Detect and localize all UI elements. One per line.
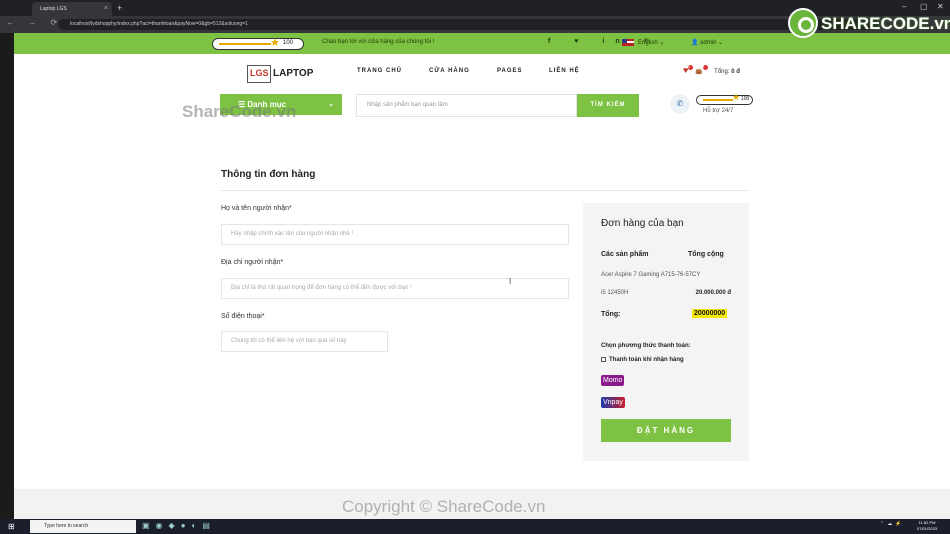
col-product: Các sản phẩm bbox=[601, 251, 649, 258]
cart-icon[interactable]: 👜 bbox=[695, 69, 702, 75]
support-coin-widget: ★ 100 bbox=[696, 92, 753, 105]
cod-option[interactable]: Thanh toán khi nhận hàng bbox=[601, 357, 684, 363]
vnpay-button[interactable]: Vnpay bbox=[601, 397, 625, 408]
address-input[interactable]: Địa chỉ là thứ rất quan trọng để đơn hàn… bbox=[221, 278, 569, 299]
url-field[interactable]: localhost/lydshopphy/index.php?act=thanh… bbox=[58, 19, 878, 30]
phone-icon[interactable]: ✆ bbox=[670, 94, 690, 114]
name-input[interactable]: Hãy nhập chính xác tên của người nhận nh… bbox=[221, 224, 569, 245]
user-menu[interactable]: 👤 admin ⌄ bbox=[691, 39, 723, 46]
search-input[interactable]: Nhập sản phẩm bạn quan tâm bbox=[356, 94, 577, 117]
search-button[interactable]: TÌM KIẾM bbox=[577, 94, 639, 117]
product-variant: i5 12450H bbox=[601, 290, 629, 296]
place-order-button[interactable]: ĐẶT HÀNG bbox=[601, 419, 731, 442]
wishlist-badge: 0 bbox=[688, 65, 694, 70]
clock-date: 07/01/2023 bbox=[917, 526, 938, 531]
product-price: 20.000.000 đ bbox=[695, 290, 731, 296]
taskbar-search-input[interactable]: Type here to search bbox=[30, 520, 136, 533]
nav-home[interactable]: TRANG CHỦ bbox=[357, 68, 402, 74]
user-icon: 👤 bbox=[691, 40, 701, 46]
support-label: Hỗ trợ 24/7 bbox=[703, 108, 734, 114]
product-name: Acer Aspire 7 Gaming A715-76-57CY bbox=[601, 272, 701, 278]
nav-buttons[interactable]: ← → ⟳ bbox=[6, 18, 63, 27]
logo-mark: LGS bbox=[247, 65, 271, 83]
sharecode-logo: SHARECODE.vn bbox=[788, 8, 950, 40]
chevron-down-icon: ⌄ bbox=[716, 40, 724, 46]
site-header: LGS LAPTOP TRANG CHỦ CỬA HÀNG PAGES LIÊN… bbox=[14, 54, 950, 94]
tab-title: Laptop LGS bbox=[40, 6, 67, 12]
new-tab-button[interactable]: + bbox=[117, 2, 122, 14]
taskbar-clock[interactable]: 11:52 PM 07/01/2023 bbox=[917, 520, 937, 532]
taskbar-app-icons[interactable]: ▣◉◆●◐▤ bbox=[142, 521, 216, 530]
order-info-title: Thông tin đơn hàng bbox=[221, 169, 316, 180]
watermark-text: ShareCode.vn bbox=[182, 102, 297, 121]
user-name: admin bbox=[700, 40, 717, 46]
col-total: Tổng cộng bbox=[688, 251, 724, 258]
welcome-message: Chào bạn tới với cửa hàng của chúng tôi … bbox=[322, 39, 435, 45]
total-value: 0 đ bbox=[731, 69, 740, 75]
coin-bar bbox=[219, 43, 271, 45]
windows-start-icon[interactable]: ⊞ bbox=[8, 522, 17, 531]
coin-count: 100 bbox=[741, 96, 750, 102]
nav-store[interactable]: CỬA HÀNG bbox=[429, 68, 470, 74]
payment-method-label: Chọn phương thức thanh toán: bbox=[601, 343, 691, 349]
web-page: ★ 100 Chào bạn tới với cửa hàng của chún… bbox=[14, 33, 950, 519]
coin-count: 100 bbox=[283, 40, 294, 46]
browser-tab[interactable]: Laptop LGS × bbox=[32, 2, 112, 16]
us-flag-icon bbox=[622, 39, 634, 46]
language-selector[interactable]: English ⌄ bbox=[622, 39, 664, 46]
taskbar: ⊞ Type here to search ▣◉◆●◐▤ ⌃☁⚡ 11:52 P… bbox=[0, 519, 950, 534]
nav-pages[interactable]: PAGES bbox=[497, 68, 523, 74]
system-tray-icons[interactable]: ⌃☁⚡ bbox=[880, 521, 904, 527]
divider bbox=[221, 190, 749, 191]
name-label: Họ và tên người nhận* bbox=[221, 205, 292, 212]
cod-checkbox[interactable] bbox=[601, 357, 606, 362]
text-cursor-icon: I bbox=[509, 277, 512, 286]
cod-label: Thanh toán khi nhận hàng bbox=[609, 357, 684, 364]
chevron-down-icon: ⌄ bbox=[657, 40, 665, 47]
order-title: Đơn hàng của bạn bbox=[601, 218, 684, 229]
logo-text: LAPTOP bbox=[273, 68, 314, 79]
language-label: English bbox=[638, 40, 658, 47]
address-label: Địa chỉ người nhận* bbox=[221, 259, 284, 266]
grand-total-value: 20000000 bbox=[692, 309, 728, 318]
order-summary: Đơn hàng của bạn Các sản phẩm Tổng cộng … bbox=[583, 203, 749, 461]
sharecode-icon bbox=[788, 8, 818, 38]
momo-button[interactable]: Momo bbox=[601, 375, 625, 386]
star-icon: ★ bbox=[732, 92, 741, 102]
phone-input[interactable]: Chúng tôi có thể liên hệ với bạn qua số … bbox=[221, 331, 388, 352]
cart-badge: 0 bbox=[702, 65, 708, 70]
coin-widget: ★ 100 bbox=[212, 37, 304, 50]
tab-close-icon[interactable]: × bbox=[104, 2, 108, 16]
sharecode-logo-text: SHARECODE.vn bbox=[821, 14, 950, 33]
total-label: Tổng: bbox=[714, 69, 730, 75]
chevron-down-icon: ⌄ bbox=[328, 101, 334, 108]
nav-contact[interactable]: LIÊN HỆ bbox=[549, 68, 580, 74]
phone-label: Số điện thoại* bbox=[221, 313, 265, 320]
copyright-watermark: Copyright © ShareCode.vn bbox=[342, 497, 546, 516]
coin-bar bbox=[703, 99, 733, 101]
grand-total-label: Tổng: bbox=[601, 311, 621, 318]
cart-summary[interactable]: ♥0 👜0 Tổng: 0 đ bbox=[683, 65, 740, 75]
star-icon: ★ bbox=[270, 37, 280, 49]
